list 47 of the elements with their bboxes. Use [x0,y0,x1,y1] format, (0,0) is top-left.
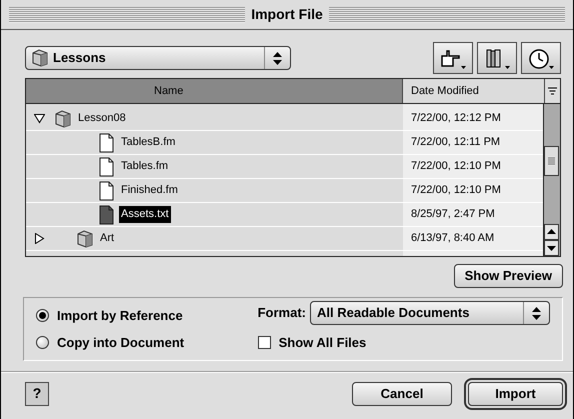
updown-arrows-icon [273,52,282,64]
date-modified: 7/22/00, 12:12 PM [410,111,501,126]
title-bar-grip[interactable] [328,6,565,22]
scroll-bar[interactable] [543,104,560,256]
scroll-thumb[interactable] [544,146,559,176]
toolbar-button[interactable] [521,42,561,74]
title-bar-grip[interactable] [9,6,246,22]
toolbar-button[interactable] [433,42,473,74]
date-modified: 7/22/00, 12:11 PM [410,135,500,150]
file-name: Assets.txt [119,206,171,223]
document-icon [99,180,114,200]
location-popup[interactable]: Lessons [25,46,291,70]
date-modified: 6/13/97, 8:40 AM [410,231,494,246]
date-modified: 8/25/97, 2:47 PM [410,207,495,222]
dialog-button[interactable]: Cancel [352,382,452,406]
list-row[interactable]: TablesB.fm 7/22/00, 12:11 PM [26,131,543,155]
clock-icon [527,46,555,70]
column-header[interactable]: Date Modified [403,79,545,103]
sort-order-icon[interactable] [548,86,557,96]
format-label: Format: [258,304,306,322]
file-name: Finished.fm [120,183,179,198]
list-row[interactable]: Lesson08 7/22/00, 12:12 PM [26,107,543,131]
list-row[interactable]: Tables.fm 7/22/00, 12:10 PM [26,155,543,179]
help-button[interactable]: ? [25,382,49,406]
radio-option[interactable]: Import by Reference [36,306,258,326]
date-modified: 7/22/00, 12:10 PM [410,183,501,198]
file-name: Art [99,231,116,246]
column-header[interactable]: Name [26,79,403,103]
date-modified: 7/22/00, 12:10 PM [410,159,501,174]
document-icon [99,204,114,224]
show-preview-button[interactable]: Show Preview [454,264,563,288]
radio-option[interactable]: Copy into Document [36,332,258,352]
list-row[interactable]: Finished.fm 7/22/00, 12:10 PM [26,179,543,203]
document-icon [99,156,114,176]
disclosure-triangle-icon[interactable] [34,113,45,124]
list-row[interactable]: Assets.txt 8/25/97, 2:47 PM [26,203,543,227]
format-popup[interactable]: All Readable Documents [310,301,550,325]
checkbox-option[interactable]: Show All Files [258,332,550,352]
updown-arrows-icon [532,306,541,320]
document-icon [99,132,114,152]
window-title: Import File [251,5,323,24]
file-name: Lesson08 [77,111,127,126]
file-name: TablesB.fm [120,135,176,150]
disclosure-triangle-icon[interactable] [34,233,45,244]
toolbar-button[interactable] [477,42,517,74]
file-name: Tables.fm [120,159,170,174]
list-row[interactable]: Art 6/13/97, 8:40 AM [26,227,543,251]
